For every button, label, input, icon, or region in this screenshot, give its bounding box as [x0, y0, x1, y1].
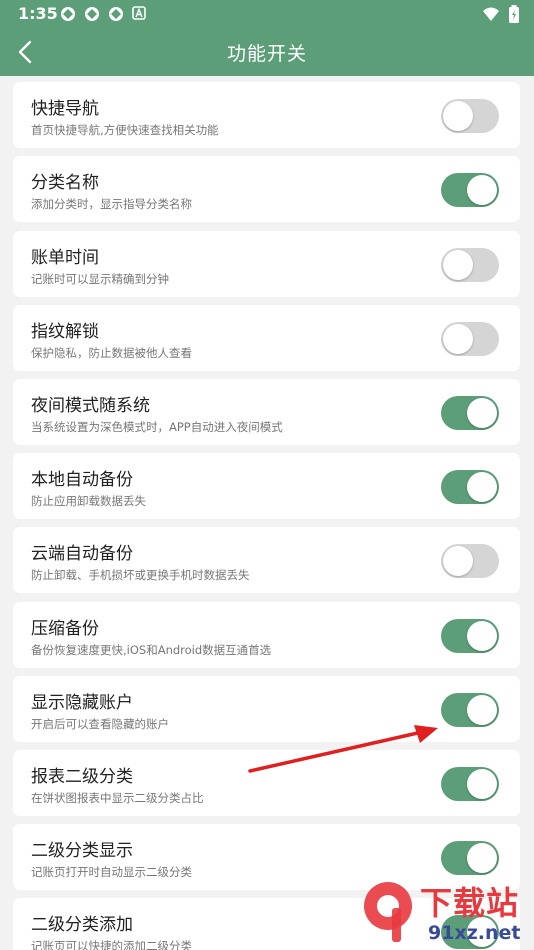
app-bar: 功能开关 — [0, 28, 534, 76]
setting-description: 记账页可以快捷的添加二级分类 — [31, 939, 192, 950]
setting-title: 压缩备份 — [31, 619, 99, 639]
setting-description: 当系统设置为深色模式时，APP自动进入夜间模式 — [31, 420, 283, 434]
status-bar: 1:35 — [0, 0, 534, 28]
setting-description: 备份恢复速度更快,iOS和Android数据互通首选 — [31, 643, 272, 657]
setting-title: 账单时间 — [31, 248, 99, 268]
page-title: 功能开关 — [226, 43, 307, 65]
setting-night-mode: 夜间模式随系统 当系统设置为深色模式时，APP自动进入夜间模式 — [13, 379, 520, 445]
notification-icons — [60, 6, 146, 22]
watermark-site-text: 91xz.net — [428, 922, 521, 944]
setting-fingerprint-unlock: 指纹解锁 保护隐私，防止数据被他人查看 — [13, 305, 520, 371]
toggle-switch[interactable] — [441, 396, 499, 430]
toggle-knob — [443, 101, 473, 131]
setting-description: 首页快捷导航,方便快速查找相关功能 — [31, 123, 219, 137]
setting-bill-time: 账单时间 记账时可以显示精确到分钟 — [13, 231, 520, 297]
setting-category-name: 分类名称 添加分类时，显示指导分类名称 — [13, 156, 520, 222]
setting-title: 分类名称 — [31, 173, 99, 193]
setting-local-backup: 本地自动备份 防止应用卸载数据丢失 — [13, 453, 520, 519]
a-icon — [132, 6, 146, 20]
setting-description: 防止卸载、手机损坏或更换手机时数据丢失 — [31, 568, 250, 582]
toggle-switch[interactable] — [441, 619, 499, 653]
toggle-knob — [467, 472, 497, 502]
toggle-knob — [467, 398, 497, 428]
setting-description: 记账时可以显示精确到分钟 — [31, 272, 169, 286]
setting-quick-nav: 快捷导航 首页快捷导航,方便快速查找相关功能 — [13, 82, 520, 148]
toggle-knob — [443, 324, 473, 354]
setting-title: 二级分类添加 — [31, 915, 133, 935]
status-time: 1:35 — [18, 4, 58, 23]
setting-title: 指纹解锁 — [31, 322, 99, 342]
setting-description: 在饼状图报表中显示二级分类占比 — [31, 791, 204, 805]
app-icon — [61, 7, 75, 21]
toggle-switch[interactable] — [441, 470, 499, 504]
setting-cloud-backup: 云端自动备份 防止卸载、手机损坏或更换手机时数据丢失 — [13, 527, 520, 593]
setting-title: 本地自动备份 — [31, 470, 133, 490]
toggle-switch[interactable] — [441, 322, 499, 356]
setting-compress-backup: 压缩备份 备份恢复速度更快,iOS和Android数据互通首选 — [13, 602, 520, 668]
toggle-switch[interactable] — [441, 841, 499, 875]
toggle-knob — [467, 621, 497, 651]
setting-description: 添加分类时，显示指导分类名称 — [31, 197, 192, 211]
setting-description: 记账页打开时自动显示二级分类 — [31, 865, 192, 879]
app-icon — [109, 7, 123, 21]
setting-description: 保护隐私，防止数据被他人查看 — [31, 346, 192, 360]
toggle-switch[interactable] — [441, 99, 499, 133]
setting-title: 云端自动备份 — [31, 544, 133, 564]
battery-icon — [509, 5, 519, 23]
toggle-knob — [467, 769, 497, 799]
toggle-knob — [467, 843, 497, 873]
watermark: 下载站 91xz.net — [358, 872, 534, 950]
toggle-switch[interactable] — [441, 248, 499, 282]
toggle-knob — [443, 546, 473, 576]
setting-title: 报表二级分类 — [31, 767, 133, 787]
setting-description: 开启后可以查看隐藏的账户 — [31, 717, 169, 731]
setting-title: 二级分类显示 — [31, 841, 133, 861]
toggle-switch[interactable] — [441, 544, 499, 578]
settings-list[interactable]: 快捷导航 首页快捷导航,方便快速查找相关功能 分类名称 添加分类时，显示指导分类… — [0, 76, 534, 950]
setting-title: 夜间模式随系统 — [31, 396, 150, 416]
setting-title: 显示隐藏账户 — [31, 693, 133, 713]
toggle-knob — [443, 250, 473, 280]
app-icon — [85, 7, 99, 21]
status-right — [482, 5, 520, 23]
toggle-switch[interactable] — [441, 173, 499, 207]
watermark-logo-text: 下载站 — [420, 884, 520, 922]
annotation-arrow-icon — [248, 725, 438, 773]
toggle-knob — [467, 175, 497, 205]
wifi-icon — [483, 7, 499, 21]
setting-title: 快捷导航 — [31, 99, 99, 119]
toggle-knob — [467, 695, 497, 725]
setting-description: 防止应用卸载数据丢失 — [31, 494, 146, 508]
